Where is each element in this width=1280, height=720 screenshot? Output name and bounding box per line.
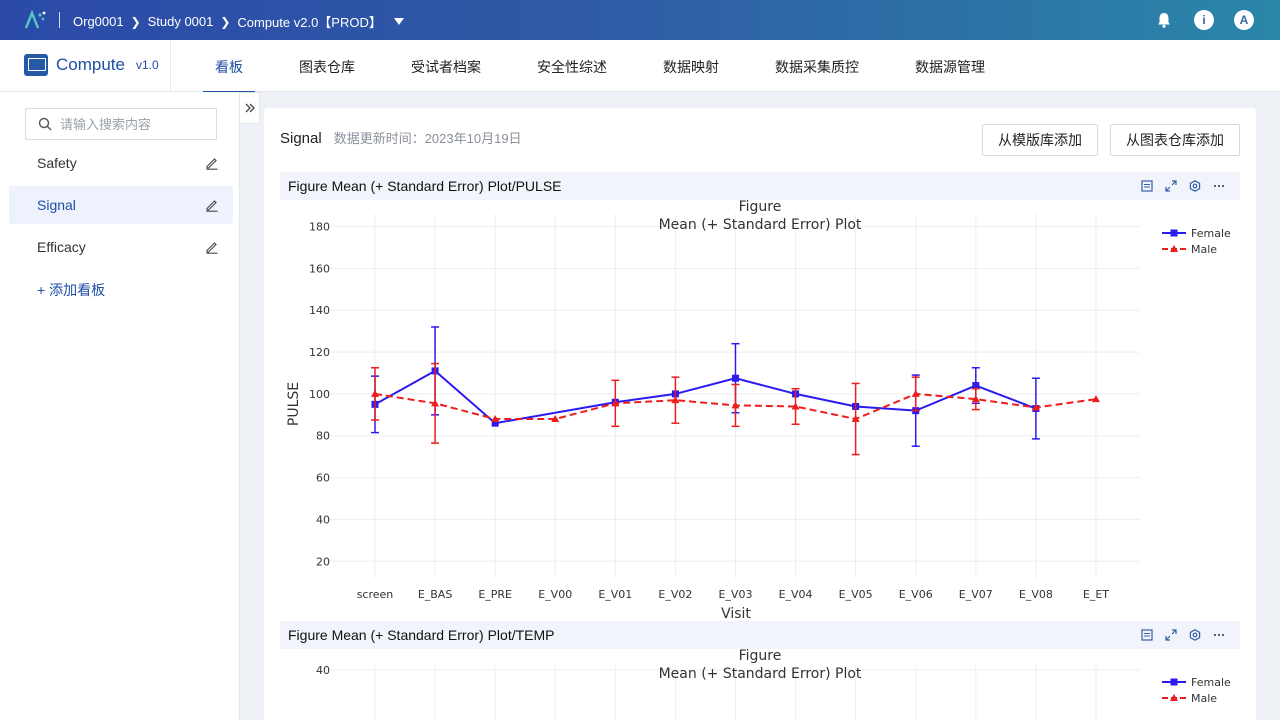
x-tick-label: E_V04 bbox=[779, 588, 813, 601]
info-icon[interactable]: i bbox=[1194, 10, 1214, 30]
settings-icon[interactable] bbox=[1188, 179, 1202, 193]
table-icon[interactable] bbox=[1140, 628, 1154, 642]
x-tick-label: E_V00 bbox=[538, 588, 572, 601]
y-tick-label: 100 bbox=[309, 388, 330, 401]
search-icon bbox=[38, 117, 52, 131]
app-logo-icon[interactable] bbox=[24, 10, 46, 30]
sidebar: Safety Signal Efficacy + 添加看板 bbox=[0, 92, 240, 720]
chart-title: Figure bbox=[739, 648, 782, 664]
series-line bbox=[374, 369, 1037, 425]
add-from-template-button[interactable]: 从模版库添加 bbox=[982, 124, 1098, 156]
legend-label: Male bbox=[1191, 692, 1217, 705]
more-icon[interactable] bbox=[1212, 628, 1226, 642]
collapse-sidebar-button[interactable] bbox=[240, 92, 260, 124]
figure-title: Figure Mean (+ Standard Error) Plot/PULS… bbox=[288, 178, 562, 194]
x-tick-label: E_V08 bbox=[1019, 588, 1053, 601]
double-chevron-right-icon bbox=[245, 103, 255, 113]
breadcrumb-study[interactable]: Study 0001 bbox=[148, 14, 214, 29]
data-point bbox=[731, 374, 739, 382]
y-tick-label: 40 bbox=[316, 513, 330, 526]
avatar[interactable]: A bbox=[1234, 10, 1254, 30]
x-tick-label: E_V05 bbox=[839, 588, 873, 601]
brand-version: v1.0 bbox=[135, 58, 159, 72]
sidebar-item-label: Signal bbox=[37, 197, 76, 213]
chevron-right-icon: ❯ bbox=[220, 14, 231, 29]
x-tick-label: E_BAS bbox=[418, 588, 453, 601]
topbar-divider bbox=[59, 12, 60, 28]
updated-time: 数据更新时间：2023年10月19日 bbox=[333, 131, 522, 146]
edit-icon[interactable] bbox=[205, 156, 219, 170]
x-tick-label: E_V01 bbox=[598, 588, 632, 601]
expand-icon[interactable] bbox=[1164, 179, 1178, 193]
tab-dashboard[interactable]: 看板 bbox=[203, 40, 255, 93]
chart-subtitle: Mean (+ Standard Error) Plot bbox=[659, 666, 862, 682]
sidebar-item-signal[interactable]: Signal bbox=[9, 186, 233, 224]
x-tick-label: E_ET bbox=[1083, 588, 1109, 601]
legend-label: Female bbox=[1191, 227, 1231, 240]
top-bar: Org0001 ❯ Study 0001 ❯ Compute v2.0【PROD… bbox=[0, 0, 1280, 40]
breadcrumb-org[interactable]: Org0001 bbox=[73, 14, 124, 29]
tab-subject-profile[interactable]: 受试者档案 bbox=[408, 40, 484, 92]
y-axis-label: PULSE bbox=[286, 382, 302, 426]
x-tick-label: E_V06 bbox=[899, 588, 933, 601]
x-tick-label: screen bbox=[357, 588, 394, 601]
more-icon[interactable] bbox=[1212, 179, 1226, 193]
breadcrumb: Org0001 ❯ Study 0001 ❯ Compute v2.0【PROD… bbox=[73, 12, 404, 31]
sidebar-item-efficacy[interactable]: Efficacy bbox=[9, 228, 233, 266]
brand[interactable]: Compute v1.0 bbox=[24, 54, 159, 76]
settings-icon[interactable] bbox=[1188, 628, 1202, 642]
y-tick-label: 160 bbox=[309, 262, 330, 275]
tab-datasource[interactable]: 数据源管理 bbox=[912, 40, 988, 92]
breadcrumb-env[interactable]: Compute v2.0【PROD】 bbox=[237, 12, 382, 31]
data-point bbox=[1170, 678, 1178, 686]
y-tick-label: 60 bbox=[316, 472, 330, 485]
pulse-chart: Figure Mean (+ Standard Error) Plot 20 40 60… bbox=[286, 199, 1231, 621]
chart-title: Figure bbox=[739, 199, 782, 215]
tab-data-mapping[interactable]: 数据映射 bbox=[660, 40, 722, 92]
y-tick-label: 80 bbox=[316, 430, 330, 443]
caret-down-icon[interactable] bbox=[393, 18, 404, 25]
search-box[interactable] bbox=[25, 108, 217, 140]
x-tick-label: E_PRE bbox=[478, 588, 512, 601]
legend-label: Female bbox=[1191, 676, 1231, 689]
chevron-right-icon: ❯ bbox=[130, 14, 141, 29]
expand-icon[interactable] bbox=[1164, 628, 1178, 642]
sidebar-item-label: Safety bbox=[37, 155, 77, 171]
page-title: Signal bbox=[280, 130, 322, 147]
edit-icon[interactable] bbox=[205, 240, 219, 254]
x-tick-label: E_V03 bbox=[718, 588, 752, 601]
divider bbox=[170, 40, 171, 92]
table-icon[interactable] bbox=[1140, 179, 1154, 193]
nav-bar: Compute v1.0 看板 图表仓库 受试者档案 安全性综述 数据映射 数据… bbox=[0, 40, 1280, 93]
data-point bbox=[1170, 229, 1178, 237]
series-female bbox=[371, 326, 1040, 447]
y-tick-label: 140 bbox=[309, 304, 330, 317]
y-tick-label: 40 bbox=[316, 664, 330, 677]
figure-title: Figure Mean (+ Standard Error) Plot/TEMP bbox=[288, 627, 555, 643]
edit-icon[interactable] bbox=[205, 198, 219, 212]
bell-icon[interactable] bbox=[1154, 10, 1174, 30]
x-axis-label: Visit bbox=[721, 606, 751, 621]
sidebar-item-label: Efficacy bbox=[37, 239, 86, 255]
y-tick-label: 20 bbox=[316, 555, 330, 568]
legend-label: Male bbox=[1191, 243, 1217, 256]
sidebar-item-safety[interactable]: Safety bbox=[9, 144, 233, 182]
add-board-link[interactable]: + 添加看板 bbox=[37, 280, 105, 300]
x-tick-label: E_V02 bbox=[658, 588, 692, 601]
y-tick-label: 180 bbox=[309, 221, 330, 234]
search-input[interactable] bbox=[60, 116, 200, 132]
tab-chart-repo[interactable]: 图表仓库 bbox=[296, 40, 358, 92]
x-tick-label: E_V07 bbox=[959, 588, 993, 601]
add-from-repo-button[interactable]: 从图表仓库添加 bbox=[1110, 124, 1240, 156]
y-tick-label: 120 bbox=[309, 346, 330, 359]
tab-safety-overview[interactable]: 安全性综述 bbox=[534, 40, 610, 92]
monitor-icon bbox=[24, 54, 48, 76]
chart-subtitle: Mean (+ Standard Error) Plot bbox=[659, 217, 862, 233]
tab-data-qc[interactable]: 数据采集质控 bbox=[772, 40, 862, 92]
temp-chart: 40 Figure Mean (+ Standard Error) Plot Fema… bbox=[316, 648, 1231, 720]
brand-name: Compute bbox=[56, 55, 125, 74]
